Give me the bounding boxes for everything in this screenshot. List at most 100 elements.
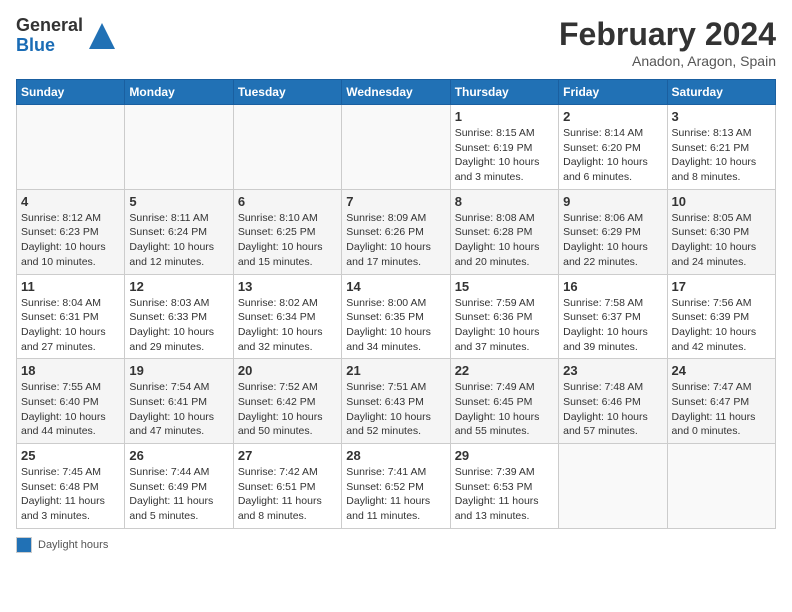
calendar-cell: 20 Sunrise: 7:52 AM Sunset: 6:42 PM Dayli… (233, 359, 341, 444)
day-info: Sunrise: 8:05 AM Sunset: 6:30 PM Dayligh… (672, 211, 771, 270)
day-number: 16 (563, 279, 662, 294)
calendar-cell: 27 Sunrise: 7:42 AM Sunset: 6:51 PM Dayli… (233, 444, 341, 529)
header: General Blue February 2024 Anadon, Arago… (16, 16, 776, 69)
calendar-cell: 9 Sunrise: 8:06 AM Sunset: 6:29 PM Daylig… (559, 189, 667, 274)
day-info: Sunrise: 8:14 AM Sunset: 6:20 PM Dayligh… (563, 126, 662, 185)
day-number: 28 (346, 448, 445, 463)
week-row-3: 18Sunrise: 7:55 AM Sunset: 6:40 PM Dayli… (17, 359, 776, 444)
day-number: 12 (129, 279, 228, 294)
calendar-cell (233, 105, 341, 190)
week-row-2: 11Sunrise: 8:04 AM Sunset: 6:31 PM Dayli… (17, 274, 776, 359)
legend-box (16, 537, 32, 553)
day-number: 4 (21, 194, 120, 209)
legend-label: Daylight hours (38, 539, 108, 551)
col-thursday: Thursday (450, 80, 558, 105)
day-info: Sunrise: 8:09 AM Sunset: 6:26 PM Dayligh… (346, 211, 445, 270)
day-info: Sunrise: 8:13 AM Sunset: 6:21 PM Dayligh… (672, 126, 771, 185)
week-row-4: 25 Sunrise: 7:45 AM Sunset: 6:48 PM Dayli… (17, 444, 776, 529)
day-number: 2 (563, 109, 662, 124)
day-info: Sunrise: 8:00 AM Sunset: 6:35 PM Dayligh… (346, 296, 445, 355)
header-row: Sunday Monday Tuesday Wednesday Thursday… (17, 80, 776, 105)
calendar-cell: 29Sunrise: 7:39 AM Sunset: 6:53 PM Dayli… (450, 444, 558, 529)
calendar-cell: 6 Sunrise: 8:10 AM Sunset: 6:25 PM Daylig… (233, 189, 341, 274)
day-number: 3 (672, 109, 771, 124)
day-info: Sunrise: 8:15 AM Sunset: 6:19 PM Dayligh… (455, 126, 554, 185)
day-info: Sunrise: 8:08 AM Sunset: 6:28 PM Dayligh… (455, 211, 554, 270)
day-number: 26 (129, 448, 228, 463)
day-number: 15 (455, 279, 554, 294)
calendar-cell (342, 105, 450, 190)
day-number: 20 (238, 363, 337, 378)
day-info: Sunrise: 7:48 AM Sunset: 6:46 PM Dayligh… (563, 380, 662, 439)
day-number: 19 (129, 363, 228, 378)
day-number: 10 (672, 194, 771, 209)
day-number: 7 (346, 194, 445, 209)
col-monday: Monday (125, 80, 233, 105)
day-info: Sunrise: 7:58 AM Sunset: 6:37 PM Dayligh… (563, 296, 662, 355)
day-number: 5 (129, 194, 228, 209)
col-friday: Friday (559, 80, 667, 105)
page: General Blue February 2024 Anadon, Arago… (0, 0, 792, 612)
day-number: 23 (563, 363, 662, 378)
calendar-cell: 5Sunrise: 8:11 AM Sunset: 6:24 PM Daylig… (125, 189, 233, 274)
legend: Daylight hours (16, 537, 776, 553)
day-info: Sunrise: 8:04 AM Sunset: 6:31 PM Dayligh… (21, 296, 120, 355)
day-number: 13 (238, 279, 337, 294)
week-row-0: 1 Sunrise: 8:15 AM Sunset: 6:19 PM Daylig… (17, 105, 776, 190)
day-info: Sunrise: 7:45 AM Sunset: 6:48 PM Dayligh… (21, 465, 120, 524)
day-info: Sunrise: 7:56 AM Sunset: 6:39 PM Dayligh… (672, 296, 771, 355)
calendar-cell: 23 Sunrise: 7:48 AM Sunset: 6:46 PM Dayli… (559, 359, 667, 444)
day-number: 6 (238, 194, 337, 209)
day-number: 9 (563, 194, 662, 209)
day-info: Sunrise: 8:03 AM Sunset: 6:33 PM Dayligh… (129, 296, 228, 355)
day-info: Sunrise: 7:54 AM Sunset: 6:41 PM Dayligh… (129, 380, 228, 439)
logo-text: General Blue (16, 16, 83, 56)
day-info: Sunrise: 8:12 AM Sunset: 6:23 PM Dayligh… (21, 211, 120, 270)
col-sunday: Sunday (17, 80, 125, 105)
title-block: February 2024 Anadon, Aragon, Spain (559, 16, 776, 69)
day-info: Sunrise: 7:47 AM Sunset: 6:47 PM Dayligh… (672, 380, 771, 439)
main-title: February 2024 (559, 16, 776, 53)
calendar-cell: 7 Sunrise: 8:09 AM Sunset: 6:26 PM Daylig… (342, 189, 450, 274)
calendar-cell: 2 Sunrise: 8:14 AM Sunset: 6:20 PM Daylig… (559, 105, 667, 190)
calendar-header: Sunday Monday Tuesday Wednesday Thursday… (17, 80, 776, 105)
calendar-cell: 26 Sunrise: 7:44 AM Sunset: 6:49 PM Dayli… (125, 444, 233, 529)
col-tuesday: Tuesday (233, 80, 341, 105)
calendar-cell: 10 Sunrise: 8:05 AM Sunset: 6:30 PM Dayli… (667, 189, 775, 274)
calendar-cell: 15Sunrise: 7:59 AM Sunset: 6:36 PM Dayli… (450, 274, 558, 359)
calendar-cell: 11Sunrise: 8:04 AM Sunset: 6:31 PM Dayli… (17, 274, 125, 359)
day-number: 17 (672, 279, 771, 294)
day-info: Sunrise: 7:42 AM Sunset: 6:51 PM Dayligh… (238, 465, 337, 524)
calendar-cell: 14Sunrise: 8:00 AM Sunset: 6:35 PM Dayli… (342, 274, 450, 359)
logo-blue: Blue (16, 36, 83, 56)
day-number: 8 (455, 194, 554, 209)
col-wednesday: Wednesday (342, 80, 450, 105)
calendar-cell: 3 Sunrise: 8:13 AM Sunset: 6:21 PM Daylig… (667, 105, 775, 190)
calendar-cell: 22Sunrise: 7:49 AM Sunset: 6:45 PM Dayli… (450, 359, 558, 444)
calendar-body: 1 Sunrise: 8:15 AM Sunset: 6:19 PM Daylig… (17, 105, 776, 529)
calendar-cell: 19 Sunrise: 7:54 AM Sunset: 6:41 PM Dayli… (125, 359, 233, 444)
logo: General Blue (16, 16, 117, 56)
day-info: Sunrise: 8:02 AM Sunset: 6:34 PM Dayligh… (238, 296, 337, 355)
col-saturday: Saturday (667, 80, 775, 105)
day-info: Sunrise: 8:06 AM Sunset: 6:29 PM Dayligh… (563, 211, 662, 270)
day-number: 18 (21, 363, 120, 378)
day-number: 25 (21, 448, 120, 463)
day-number: 21 (346, 363, 445, 378)
day-number: 29 (455, 448, 554, 463)
calendar-cell: 25 Sunrise: 7:45 AM Sunset: 6:48 PM Dayli… (17, 444, 125, 529)
calendar-cell: 8 Sunrise: 8:08 AM Sunset: 6:28 PM Daylig… (450, 189, 558, 274)
day-info: Sunrise: 7:49 AM Sunset: 6:45 PM Dayligh… (455, 380, 554, 439)
day-info: Sunrise: 7:44 AM Sunset: 6:49 PM Dayligh… (129, 465, 228, 524)
calendar-cell: 1 Sunrise: 8:15 AM Sunset: 6:19 PM Daylig… (450, 105, 558, 190)
calendar-cell: 21 Sunrise: 7:51 AM Sunset: 6:43 PM Dayli… (342, 359, 450, 444)
calendar-cell: 12 Sunrise: 8:03 AM Sunset: 6:33 PM Dayli… (125, 274, 233, 359)
day-info: Sunrise: 7:52 AM Sunset: 6:42 PM Dayligh… (238, 380, 337, 439)
calendar-cell: 17 Sunrise: 7:56 AM Sunset: 6:39 PM Dayli… (667, 274, 775, 359)
day-info: Sunrise: 8:10 AM Sunset: 6:25 PM Dayligh… (238, 211, 337, 270)
calendar-cell: 28Sunrise: 7:41 AM Sunset: 6:52 PM Dayli… (342, 444, 450, 529)
day-number: 1 (455, 109, 554, 124)
day-number: 24 (672, 363, 771, 378)
day-number: 27 (238, 448, 337, 463)
day-info: Sunrise: 7:51 AM Sunset: 6:43 PM Dayligh… (346, 380, 445, 439)
